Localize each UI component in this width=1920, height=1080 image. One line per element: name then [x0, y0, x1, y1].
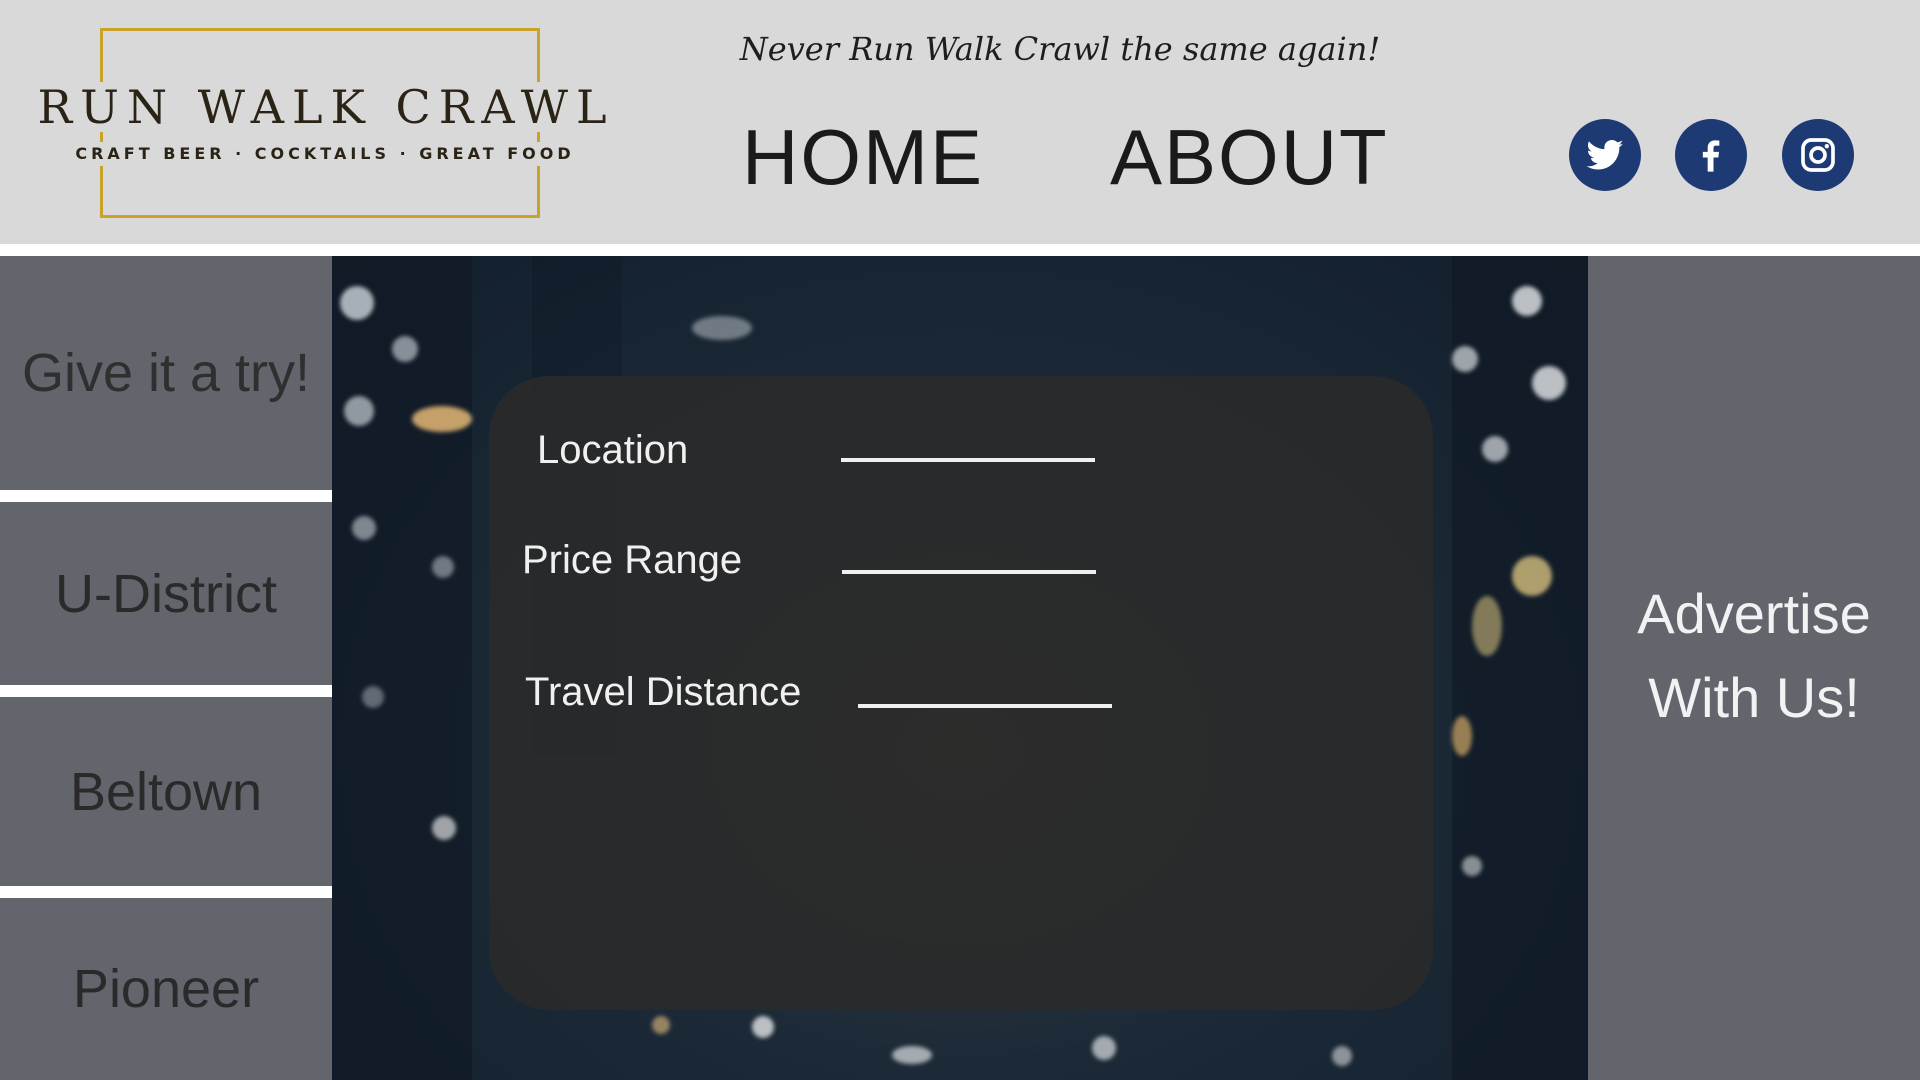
- sidebar-item-u-district[interactable]: U-District: [0, 502, 332, 685]
- facebook-button[interactable]: [1675, 119, 1747, 191]
- sidebar-item-pioneer[interactable]: Pioneer: [0, 898, 332, 1080]
- header: RUN WALK CRAWL CRAFT BEER · COCKTAILS · …: [0, 0, 1920, 244]
- logo-title[interactable]: RUN WALK CRAWL: [36, 82, 616, 132]
- left-sidebar: Give it a try! U-District Beltown Pionee…: [0, 256, 332, 1080]
- page: RUN WALK CRAWL CRAFT BEER · COCKTAILS · …: [0, 0, 1920, 1080]
- location-input[interactable]: [841, 456, 1095, 462]
- tagline: Never Run Walk Crawl the same again!: [739, 30, 1381, 68]
- advertise-link[interactable]: Advertise With Us!: [1588, 572, 1920, 740]
- sidebar-divider: [0, 886, 332, 898]
- twitter-icon: [1586, 140, 1624, 170]
- nav-home-link[interactable]: HOME: [742, 112, 984, 202]
- sidebar-divider: [0, 490, 332, 502]
- advertise-line-2: With Us!: [1648, 666, 1860, 729]
- right-sidebar: Advertise With Us!: [1588, 256, 1920, 1080]
- price-range-label: Price Range: [522, 538, 743, 582]
- twitter-button[interactable]: [1569, 119, 1641, 191]
- price-range-input[interactable]: [842, 568, 1096, 574]
- travel-distance-input[interactable]: [858, 702, 1112, 708]
- location-label: Location: [537, 428, 689, 472]
- facebook-icon: [1702, 140, 1720, 172]
- sidebar-item-give-it-a-try[interactable]: Give it a try!: [0, 256, 332, 490]
- nav-about-link[interactable]: ABOUT: [1110, 112, 1389, 202]
- sidebar-divider: [0, 685, 332, 697]
- instagram-icon: [1801, 138, 1835, 172]
- advertise-line-1: Advertise: [1637, 582, 1871, 645]
- logo-subtitle: CRAFT BEER · COCKTAILS · GREAT FOOD: [40, 142, 610, 166]
- search-form-card: Location Price Range Travel Distance: [489, 376, 1433, 1010]
- sidebar-item-beltown[interactable]: Beltown: [0, 697, 332, 886]
- instagram-button[interactable]: [1782, 119, 1854, 191]
- travel-distance-label: Travel Distance: [525, 670, 802, 714]
